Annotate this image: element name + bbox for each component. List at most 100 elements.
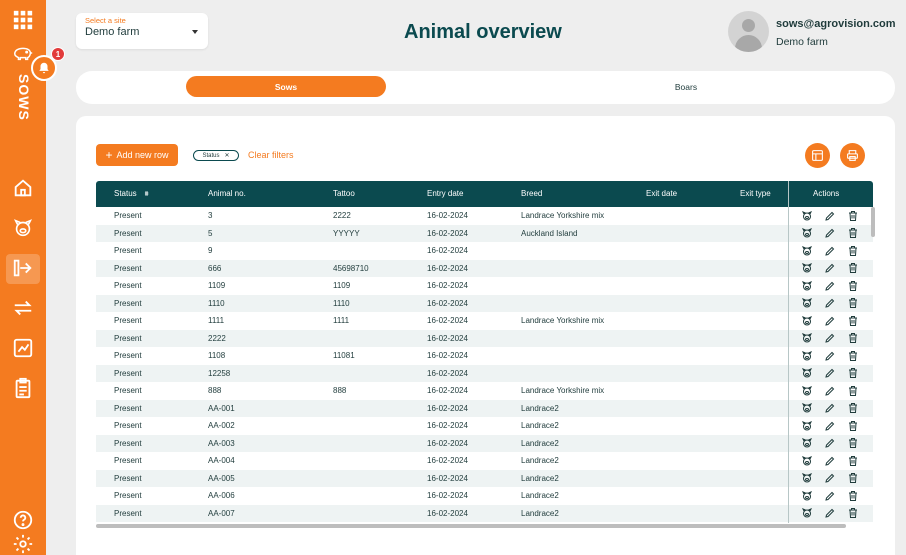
edit-pencil-icon[interactable] [823, 279, 836, 292]
sow-icon[interactable] [10, 215, 36, 241]
table-row[interactable]: Present 1108 11081 16-02-2024 [96, 347, 873, 365]
tab-boars[interactable]: Boars [586, 76, 786, 97]
horizontal-scrollbar[interactable] [96, 524, 846, 528]
column-header-breed[interactable]: Breed [521, 181, 542, 207]
apps-grid-icon[interactable] [10, 7, 36, 33]
delete-trash-icon[interactable] [846, 367, 859, 380]
table-row[interactable]: Present AA-001 16-02-2024 Landrace2 [96, 399, 873, 417]
view-sow-icon[interactable] [800, 402, 813, 415]
tab-sows[interactable]: Sows [186, 76, 386, 97]
delete-trash-icon[interactable] [846, 419, 859, 432]
edit-pencil-icon[interactable] [823, 332, 836, 345]
table-row[interactable]: Present AA-004 16-02-2024 Landrace2 [96, 452, 873, 470]
column-header-entry-date[interactable]: Entry date [427, 181, 463, 207]
filter-chip-status[interactable]: Status ✕ [193, 150, 239, 161]
vertical-scrollbar[interactable] [871, 207, 875, 237]
filter-icon[interactable]: ⩩ [145, 191, 149, 198]
view-sow-icon[interactable] [800, 384, 813, 397]
table-row[interactable]: Present 9 16-02-2024 [96, 242, 873, 260]
edit-pencil-icon[interactable] [823, 262, 836, 275]
clear-filters-link[interactable]: Clear filters [248, 150, 294, 160]
close-icon[interactable]: ✕ [224, 152, 229, 159]
table-row[interactable]: Present AA-005 16-02-2024 Landrace2 [96, 469, 873, 487]
view-sow-icon[interactable] [800, 507, 813, 520]
table-row[interactable]: Present AA-006 16-02-2024 Landrace2 [96, 487, 873, 505]
delete-trash-icon[interactable] [846, 262, 859, 275]
print-button[interactable] [840, 143, 865, 168]
delete-trash-icon[interactable] [846, 209, 859, 222]
column-settings-button[interactable] [805, 143, 830, 168]
table-row[interactable]: Present 1110 1110 16-02-2024 [96, 294, 873, 312]
view-sow-icon[interactable] [800, 437, 813, 450]
home-icon[interactable] [10, 175, 36, 201]
add-new-row-button[interactable]: + Add new row [96, 144, 178, 166]
view-sow-icon[interactable] [800, 332, 813, 345]
table-row[interactable]: Present AA-003 16-02-2024 Landrace2 [96, 434, 873, 452]
clipboard-checklist-icon[interactable] [10, 375, 36, 401]
delete-trash-icon[interactable] [846, 314, 859, 327]
table-row[interactable]: Present 666 45698710 16-02-2024 [96, 259, 873, 277]
help-icon[interactable] [10, 507, 36, 533]
table-row[interactable]: Present AA-007 16-02-2024 Landrace2 [96, 504, 873, 522]
edit-pencil-icon[interactable] [823, 437, 836, 450]
edit-pencil-icon[interactable] [823, 472, 836, 485]
view-sow-icon[interactable] [800, 209, 813, 222]
edit-pencil-icon[interactable] [823, 402, 836, 415]
edit-pencil-icon[interactable] [823, 349, 836, 362]
view-sow-icon[interactable] [800, 244, 813, 257]
table-row[interactable]: Present 1109 1109 16-02-2024 [96, 277, 873, 295]
table-row[interactable]: Present AA-002 16-02-2024 Landrace2 [96, 417, 873, 435]
delete-trash-icon[interactable] [846, 332, 859, 345]
view-sow-icon[interactable] [800, 349, 813, 362]
edit-pencil-icon[interactable] [823, 244, 836, 257]
view-sow-icon[interactable] [800, 454, 813, 467]
delete-trash-icon[interactable] [846, 349, 859, 362]
column-header-status[interactable]: Status ⩩ [114, 181, 148, 207]
delete-trash-icon[interactable] [846, 489, 859, 502]
column-header-exit-type[interactable]: Exit type [740, 181, 771, 207]
delete-trash-icon[interactable] [846, 279, 859, 292]
column-header-exit-date[interactable]: Exit date [646, 181, 677, 207]
view-sow-icon[interactable] [800, 419, 813, 432]
table-row[interactable]: Present 5 YYYYY 16-02-2024 Auckland Island [96, 224, 873, 242]
delete-trash-icon[interactable] [846, 454, 859, 467]
edit-pencil-icon[interactable] [823, 489, 836, 502]
edit-pencil-icon[interactable] [823, 507, 836, 520]
reports-chart-icon[interactable] [10, 335, 36, 361]
edit-pencil-icon[interactable] [823, 454, 836, 467]
view-sow-icon[interactable] [800, 367, 813, 380]
edit-pencil-icon[interactable] [823, 384, 836, 397]
delete-trash-icon[interactable] [846, 402, 859, 415]
table-row[interactable]: Present 888 888 16-02-2024 Landrace Yorkshir… [96, 382, 873, 400]
delete-trash-icon[interactable] [846, 244, 859, 257]
delete-trash-icon[interactable] [846, 227, 859, 240]
delete-trash-icon[interactable] [846, 472, 859, 485]
edit-pencil-icon[interactable] [823, 419, 836, 432]
delete-trash-icon[interactable] [846, 384, 859, 397]
site-select[interactable]: Select a site Demo farm [76, 13, 208, 49]
column-header-animal-no[interactable]: Animal no. [208, 181, 246, 207]
view-sow-icon[interactable] [800, 297, 813, 310]
edit-pencil-icon[interactable] [823, 297, 836, 310]
edit-pencil-icon[interactable] [823, 314, 836, 327]
edit-pencil-icon[interactable] [823, 209, 836, 222]
transfer-icon[interactable] [10, 295, 36, 321]
column-header-tattoo[interactable]: Tattoo [333, 181, 355, 207]
edit-pencil-icon[interactable] [823, 227, 836, 240]
view-sow-icon[interactable] [800, 489, 813, 502]
table-row[interactable]: Present 3 2222 16-02-2024 Landrace Yorkshire… [96, 207, 873, 225]
view-sow-icon[interactable] [800, 472, 813, 485]
edit-pencil-icon[interactable] [823, 367, 836, 380]
delete-trash-icon[interactable] [846, 297, 859, 310]
exit-animal-icon[interactable] [10, 255, 36, 281]
settings-gear-icon[interactable] [10, 531, 36, 555]
view-sow-icon[interactable] [800, 314, 813, 327]
table-row[interactable]: Present 2222 16-02-2024 [96, 329, 873, 347]
table-row[interactable]: Present 1111 1111 16-02-2024 Landrace Yorksh… [96, 312, 873, 330]
delete-trash-icon[interactable] [846, 437, 859, 450]
view-sow-icon[interactable] [800, 262, 813, 275]
table-row[interactable]: Present 12258 16-02-2024 [96, 364, 873, 382]
avatar[interactable] [728, 11, 769, 52]
delete-trash-icon[interactable] [846, 507, 859, 520]
view-sow-icon[interactable] [800, 227, 813, 240]
